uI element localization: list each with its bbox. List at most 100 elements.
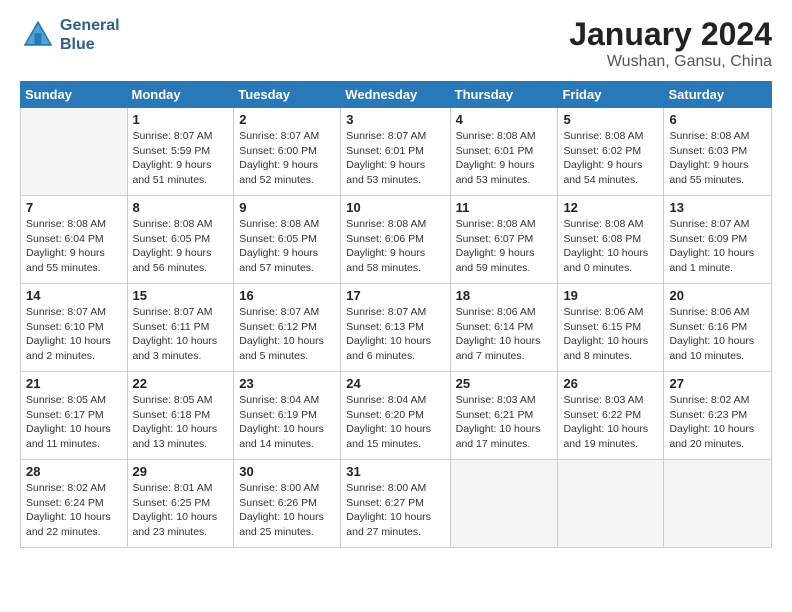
calendar-day-cell: 9Sunrise: 8:08 AMSunset: 6:05 PMDaylight…: [234, 196, 341, 284]
day-number: 20: [669, 288, 766, 303]
logo-icon: [20, 17, 56, 53]
day-info: Sunrise: 8:05 AMSunset: 6:18 PMDaylight:…: [133, 393, 229, 452]
calendar-week-row: 7 Sunrise: 8:08 AMSunset: 6:04 PMDaylight…: [21, 196, 772, 284]
day-number: 9: [239, 200, 335, 215]
main-title: January 2024: [569, 16, 772, 53]
day-info: Sunrise: 8:08 AMSunset: 6:07 PMDaylight:…: [456, 217, 553, 276]
logo: General Blue: [20, 16, 120, 54]
calendar-day-cell: [664, 460, 772, 548]
day-info: Sunrise: 8:07 AMSunset: 6:01 PMDaylight:…: [346, 129, 444, 188]
day-number: 1: [133, 112, 229, 127]
calendar-day-cell: [450, 460, 558, 548]
calendar-day-cell: 5 Sunrise: 8:08 AMSunset: 6:02 PMDaylight…: [558, 108, 664, 196]
day-number: 6: [669, 112, 766, 127]
calendar-day-header: Friday: [558, 82, 664, 108]
calendar-week-row: 28Sunrise: 8:02 AMSunset: 6:24 PMDayligh…: [21, 460, 772, 548]
calendar-day-cell: 18 Sunrise: 8:06 AMSunset: 6:14 PMDayligh…: [450, 284, 558, 372]
calendar-day-header: Sunday: [21, 82, 128, 108]
logo-text: General Blue: [60, 16, 120, 54]
day-info: Sunrise: 8:08 AMSunset: 6:02 PMDaylight:…: [563, 129, 658, 188]
calendar-day-cell: 2Sunrise: 8:07 AMSunset: 6:00 PMDaylight…: [234, 108, 341, 196]
calendar-day-header: Thursday: [450, 82, 558, 108]
day-number: 17: [346, 288, 444, 303]
calendar-day-cell: 17 Sunrise: 8:07 AMSunset: 6:13 PMDayligh…: [341, 284, 450, 372]
day-info: Sunrise: 8:08 AMSunset: 6:01 PMDaylight:…: [456, 129, 553, 188]
day-info: Sunrise: 8:08 AMSunset: 6:08 PMDaylight:…: [563, 217, 658, 276]
day-info: Sunrise: 8:05 AMSunset: 6:17 PMDaylight:…: [26, 393, 122, 452]
day-number: 12: [563, 200, 658, 215]
day-number: 29: [133, 464, 229, 479]
day-number: 11: [456, 200, 553, 215]
calendar-day-header: Monday: [127, 82, 234, 108]
day-number: 16: [239, 288, 335, 303]
calendar-day-cell: 11 Sunrise: 8:08 AMSunset: 6:07 PMDayligh…: [450, 196, 558, 284]
day-number: 22: [133, 376, 229, 391]
day-number: 3: [346, 112, 444, 127]
calendar-day-cell: 14 Sunrise: 8:07 AMSunset: 6:10 PMDayligh…: [21, 284, 128, 372]
calendar-day-cell: 22 Sunrise: 8:05 AMSunset: 6:18 PMDayligh…: [127, 372, 234, 460]
calendar-day-cell: 25 Sunrise: 8:03 AMSunset: 6:21 PMDayligh…: [450, 372, 558, 460]
day-info: Sunrise: 8:07 AMSunset: 6:00 PMDaylight:…: [239, 129, 335, 188]
page: General Blue January 2024 Wushan, Gansu,…: [0, 0, 792, 612]
calendar-day-header: Tuesday: [234, 82, 341, 108]
day-info: Sunrise: 8:00 AMSunset: 6:27 PMDaylight:…: [346, 481, 444, 540]
day-info: Sunrise: 8:00 AMSunset: 6:26 PMDaylight:…: [239, 481, 335, 540]
calendar-day-cell: 8Sunrise: 8:08 AMSunset: 6:05 PMDaylight…: [127, 196, 234, 284]
day-info: Sunrise: 8:06 AMSunset: 6:15 PMDaylight:…: [563, 305, 658, 364]
day-info: Sunrise: 8:07 AMSunset: 6:12 PMDaylight:…: [239, 305, 335, 364]
calendar-day-cell: 10Sunrise: 8:08 AMSunset: 6:06 PMDayligh…: [341, 196, 450, 284]
calendar-day-header: Saturday: [664, 82, 772, 108]
calendar-day-cell: 16 Sunrise: 8:07 AMSunset: 6:12 PMDayligh…: [234, 284, 341, 372]
day-number: 27: [669, 376, 766, 391]
day-number: 8: [133, 200, 229, 215]
header: General Blue January 2024 Wushan, Gansu,…: [20, 16, 772, 71]
day-number: 24: [346, 376, 444, 391]
day-info: Sunrise: 8:04 AMSunset: 6:19 PMDaylight:…: [239, 393, 335, 452]
day-number: 18: [456, 288, 553, 303]
calendar-day-cell: 7 Sunrise: 8:08 AMSunset: 6:04 PMDaylight…: [21, 196, 128, 284]
calendar-day-cell: 19 Sunrise: 8:06 AMSunset: 6:15 PMDayligh…: [558, 284, 664, 372]
calendar-day-cell: [21, 108, 128, 196]
day-number: 5: [563, 112, 658, 127]
calendar-day-cell: 1 Sunrise: 8:07 AMSunset: 5:59 PMDaylight…: [127, 108, 234, 196]
day-info: Sunrise: 8:06 AMSunset: 6:16 PMDaylight:…: [669, 305, 766, 364]
calendar-day-header: Wednesday: [341, 82, 450, 108]
calendar-week-row: 14 Sunrise: 8:07 AMSunset: 6:10 PMDayligh…: [21, 284, 772, 372]
calendar-day-cell: 20 Sunrise: 8:06 AMSunset: 6:16 PMDayligh…: [664, 284, 772, 372]
calendar-day-cell: [558, 460, 664, 548]
day-info: Sunrise: 8:03 AMSunset: 6:21 PMDaylight:…: [456, 393, 553, 452]
calendar-day-cell: 28Sunrise: 8:02 AMSunset: 6:24 PMDayligh…: [21, 460, 128, 548]
day-number: 23: [239, 376, 335, 391]
day-info: Sunrise: 8:06 AMSunset: 6:14 PMDaylight:…: [456, 305, 553, 364]
day-info: Sunrise: 8:07 AMSunset: 5:59 PMDaylight:…: [133, 129, 229, 188]
subtitle: Wushan, Gansu, China: [569, 53, 772, 71]
day-number: 4: [456, 112, 553, 127]
day-number: 14: [26, 288, 122, 303]
calendar-day-cell: 31Sunrise: 8:00 AMSunset: 6:27 PMDayligh…: [341, 460, 450, 548]
day-info: Sunrise: 8:03 AMSunset: 6:22 PMDaylight:…: [563, 393, 658, 452]
calendar-day-cell: 21Sunrise: 8:05 AMSunset: 6:17 PMDayligh…: [21, 372, 128, 460]
day-info: Sunrise: 8:08 AMSunset: 6:06 PMDaylight:…: [346, 217, 444, 276]
day-info: Sunrise: 8:07 AMSunset: 6:13 PMDaylight:…: [346, 305, 444, 364]
calendar-day-cell: 12 Sunrise: 8:08 AMSunset: 6:08 PMDayligh…: [558, 196, 664, 284]
day-number: 30: [239, 464, 335, 479]
calendar-day-cell: 6 Sunrise: 8:08 AMSunset: 6:03 PMDaylight…: [664, 108, 772, 196]
day-info: Sunrise: 8:04 AMSunset: 6:20 PMDaylight:…: [346, 393, 444, 452]
calendar-day-cell: 23 Sunrise: 8:04 AMSunset: 6:19 PMDayligh…: [234, 372, 341, 460]
day-number: 26: [563, 376, 658, 391]
calendar-day-cell: 26 Sunrise: 8:03 AMSunset: 6:22 PMDayligh…: [558, 372, 664, 460]
calendar-table: SundayMondayTuesdayWednesdayThursdayFrid…: [20, 81, 772, 548]
day-info: Sunrise: 8:07 AMSunset: 6:10 PMDaylight:…: [26, 305, 122, 364]
day-number: 19: [563, 288, 658, 303]
day-info: Sunrise: 8:08 AMSunset: 6:03 PMDaylight:…: [669, 129, 766, 188]
day-info: Sunrise: 8:08 AMSunset: 6:04 PMDaylight:…: [26, 217, 122, 276]
calendar-day-cell: 30 Sunrise: 8:00 AMSunset: 6:26 PMDayligh…: [234, 460, 341, 548]
day-number: 13: [669, 200, 766, 215]
day-number: 25: [456, 376, 553, 391]
day-number: 7: [26, 200, 122, 215]
day-info: Sunrise: 8:07 AMSunset: 6:11 PMDaylight:…: [133, 305, 229, 364]
calendar-day-cell: 27Sunrise: 8:02 AMSunset: 6:23 PMDayligh…: [664, 372, 772, 460]
calendar-day-cell: 4 Sunrise: 8:08 AMSunset: 6:01 PMDaylight…: [450, 108, 558, 196]
title-block: January 2024 Wushan, Gansu, China: [569, 16, 772, 71]
day-number: 28: [26, 464, 122, 479]
